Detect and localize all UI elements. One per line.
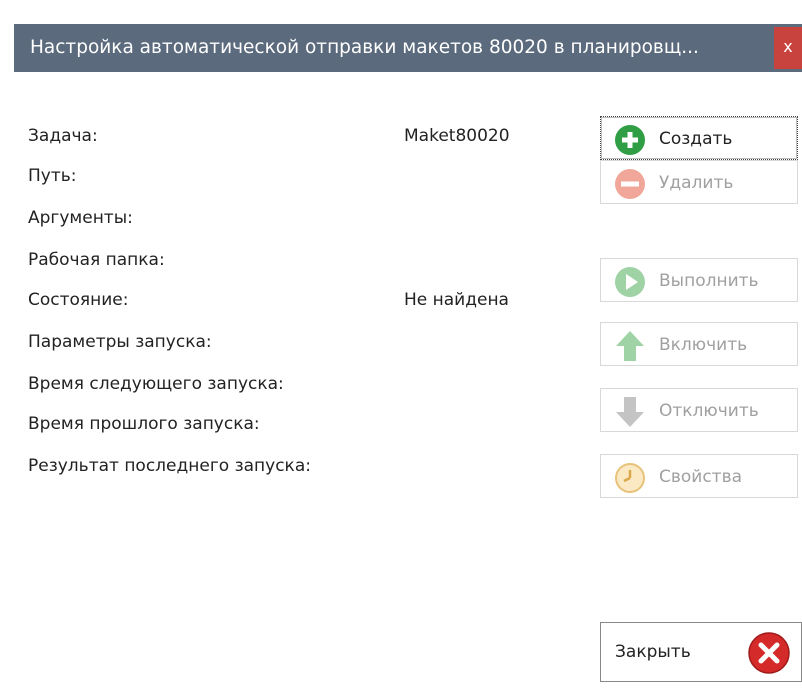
label-state: Состояние: bbox=[28, 290, 129, 310]
dialog-window: Настройка автоматической отправки макето… bbox=[0, 0, 802, 692]
value-state: Не найдена bbox=[404, 290, 509, 310]
label-last-result: Результат последнего запуска: bbox=[28, 456, 311, 476]
label-arguments: Аргументы: bbox=[28, 208, 133, 228]
properties-button-label: Свойства bbox=[659, 467, 743, 487]
label-last-run: Время прошлого запуска: bbox=[28, 414, 260, 434]
plus-circle-icon bbox=[613, 123, 647, 157]
delete-button-label: Удалить bbox=[659, 173, 734, 193]
close-circle-icon bbox=[747, 631, 791, 675]
minus-circle-icon bbox=[613, 167, 647, 201]
window-close-button[interactable]: x bbox=[774, 27, 802, 69]
run-button[interactable]: Выполнить bbox=[600, 258, 798, 302]
run-button-label: Выполнить bbox=[659, 271, 759, 291]
label-working-folder: Рабочая папка: bbox=[28, 250, 165, 270]
properties-button[interactable]: Свойства bbox=[600, 454, 798, 498]
disable-button-label: Отключить bbox=[659, 401, 759, 421]
label-launch-params: Параметры запуска: bbox=[28, 332, 212, 352]
play-circle-icon bbox=[613, 265, 647, 299]
title-bar[interactable]: Настройка автоматической отправки макето… bbox=[14, 24, 802, 72]
arrow-down-icon bbox=[613, 395, 647, 429]
delete-button[interactable]: Удалить bbox=[600, 160, 798, 204]
close-x-glyph: x bbox=[783, 37, 793, 56]
disable-button[interactable]: Отключить bbox=[600, 388, 798, 432]
clock-icon bbox=[613, 461, 647, 495]
enable-button[interactable]: Включить bbox=[600, 322, 798, 366]
label-path: Путь: bbox=[28, 166, 77, 186]
value-task: Maket80020 bbox=[404, 126, 510, 146]
create-button[interactable]: Создать bbox=[600, 116, 798, 160]
window-title: Настройка автоматической отправки макето… bbox=[30, 37, 699, 58]
label-next-run: Время следующего запуска: bbox=[28, 374, 284, 394]
label-task: Задача: bbox=[28, 126, 98, 146]
close-button[interactable]: Закрыть bbox=[600, 622, 802, 682]
enable-button-label: Включить bbox=[659, 335, 748, 355]
arrow-up-icon bbox=[613, 329, 647, 363]
create-button-label: Создать bbox=[659, 129, 733, 149]
close-button-label: Закрыть bbox=[615, 642, 691, 662]
